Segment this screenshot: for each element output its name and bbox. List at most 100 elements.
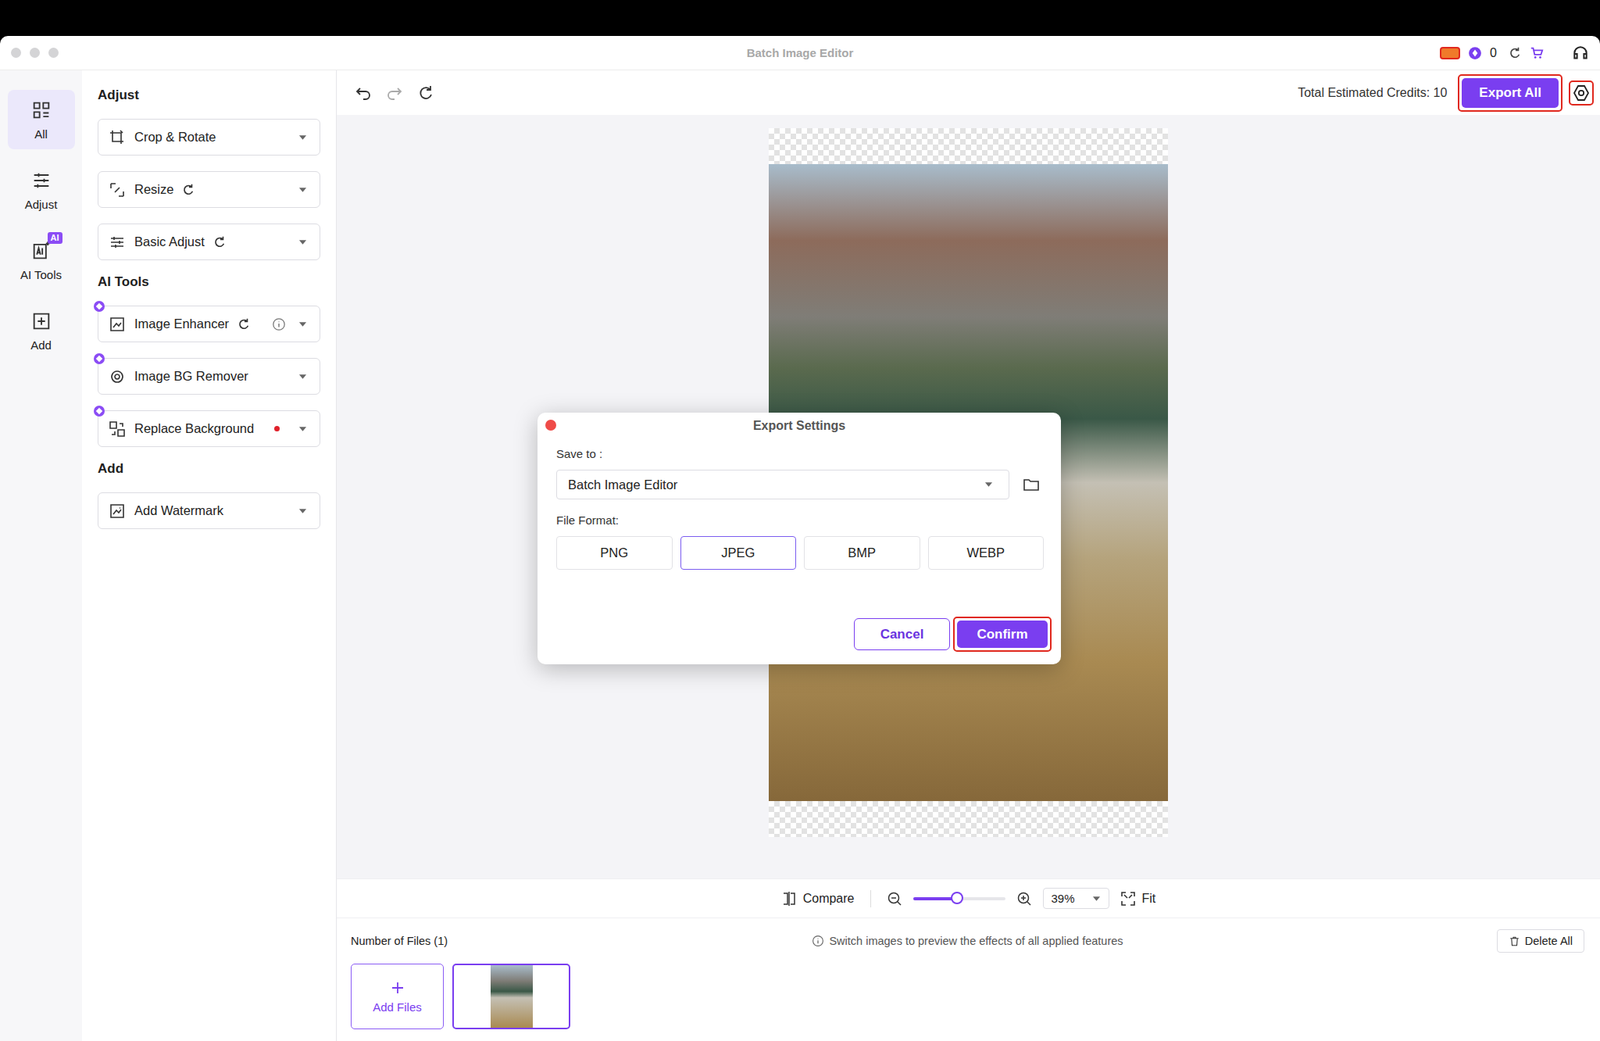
- menu-bar: [0, 0, 1600, 36]
- tool-dropdown[interactable]: Add Watermark: [97, 492, 321, 529]
- tool-icon: [107, 419, 127, 439]
- window-controls: [10, 47, 59, 58]
- tool-dropdown[interactable]: Image BG Remover: [97, 357, 321, 395]
- add-icon: [30, 310, 53, 333]
- redo-icon[interactable]: [385, 83, 404, 103]
- compare-icon: [781, 890, 797, 907]
- cart-icon[interactable]: [1529, 46, 1544, 61]
- zoom-slider[interactable]: [913, 896, 1006, 900]
- close-button[interactable]: [545, 419, 557, 431]
- file-format-label: File Format:: [556, 513, 1044, 527]
- tool-icon: [107, 180, 127, 200]
- caret-icon: [298, 186, 308, 193]
- minimize-button[interactable]: [29, 47, 40, 58]
- reset-icon[interactable]: [416, 83, 436, 103]
- tool-icon: [107, 232, 127, 252]
- nav-item[interactable]: Adjust: [7, 160, 75, 220]
- nav-item[interactable]: All: [7, 89, 75, 150]
- format-option[interactable]: BMP: [803, 535, 921, 570]
- trash-icon: [1508, 935, 1521, 947]
- zoom-bar: Compare 39% Fit: [336, 878, 1600, 918]
- folder-icon[interactable]: [1021, 475, 1041, 494]
- estimated-credits: Total Estimated Credits: 10: [1297, 85, 1447, 100]
- tool-dropdown[interactable]: Image Enhancer: [97, 305, 321, 343]
- fit-button[interactable]: Fit: [1120, 890, 1157, 907]
- section-title: AI Tools: [97, 274, 321, 290]
- ai-mark-icon: [93, 405, 105, 417]
- export-all-button[interactable]: Export All: [1461, 78, 1559, 108]
- save-to-label: Save to :: [556, 446, 1044, 461]
- caret-icon: [298, 373, 308, 380]
- sliders-icon: [30, 169, 53, 192]
- compare-button[interactable]: Compare: [781, 890, 855, 907]
- grid-icon: [30, 99, 53, 122]
- highlight-frame: Confirm: [953, 616, 1052, 652]
- credit-count: 0: [1489, 46, 1497, 61]
- gear-icon[interactable]: [1571, 83, 1591, 103]
- caret-icon: [298, 134, 308, 141]
- tool-section: Adjust Crop & Rotate Resize Basic Adjust: [97, 87, 321, 261]
- reset-icon[interactable]: [236, 317, 251, 332]
- tool-dropdown[interactable]: Crop & Rotate: [97, 118, 321, 156]
- fit-icon: [1120, 890, 1136, 907]
- format-option[interactable]: WEBP: [928, 535, 1045, 570]
- ai-badge: AI: [47, 232, 63, 244]
- caret-icon: [298, 507, 308, 515]
- tool-icon: [107, 367, 127, 386]
- nav-item[interactable]: AIAI Tools: [7, 230, 75, 290]
- tool-dropdown[interactable]: Basic Adjust: [97, 223, 321, 261]
- info-icon: [811, 934, 825, 947]
- undo-icon[interactable]: [353, 83, 373, 103]
- info-icon[interactable]: [271, 317, 286, 332]
- files-strip: Number of Files (1) Switch images to pre…: [336, 917, 1600, 1041]
- cancel-button[interactable]: Cancel: [853, 617, 950, 650]
- add-files-button[interactable]: Add Files: [350, 963, 444, 1029]
- caret-icon: [298, 321, 308, 328]
- zoom-in-icon[interactable]: [1016, 890, 1033, 907]
- confirm-button[interactable]: Confirm: [957, 620, 1048, 648]
- tool-icon: [107, 501, 127, 521]
- caret-icon: [298, 425, 308, 433]
- file-thumbnail[interactable]: [452, 963, 571, 1029]
- reset-icon[interactable]: [181, 182, 196, 197]
- tool-section: Add Add Watermark: [97, 460, 321, 529]
- headset-icon[interactable]: [1571, 44, 1590, 62]
- screen: Batch Image Editor0AllAdjustAIAI ToolsAd…: [0, 0, 1600, 1041]
- tool-dropdown[interactable]: Replace Background: [97, 410, 321, 447]
- toolbar: Total Estimated Credits: 10 Export All: [336, 70, 1600, 115]
- tool-icon: [107, 128, 127, 147]
- delete-all-button[interactable]: Delete All: [1496, 928, 1585, 953]
- highlight-frame: [1568, 80, 1594, 106]
- section-title: Adjust: [97, 87, 321, 104]
- caret-icon: [984, 481, 993, 488]
- reset-icon[interactable]: [212, 235, 227, 250]
- tool-dropdown[interactable]: Resize: [97, 171, 321, 208]
- highlight-frame: Export All: [1457, 74, 1563, 112]
- format-option[interactable]: PNG: [556, 535, 673, 570]
- caret-icon: [298, 239, 308, 246]
- plus-icon: [389, 979, 406, 996]
- title-bar: Batch Image Editor0: [0, 35, 1600, 71]
- hint: Switch images to preview the effects of …: [811, 934, 1123, 947]
- side-nav: All Adjust AIAI Tools Add: [0, 70, 83, 1041]
- tools-panel: Adjust Crop & Rotate Resize Basic Adjust AI …: [82, 70, 337, 1041]
- caret-icon: [1092, 895, 1101, 902]
- gift-icon[interactable]: [1439, 46, 1461, 60]
- zoom-button[interactable]: [48, 47, 59, 58]
- credits-icon: [1467, 46, 1483, 61]
- save-to-select[interactable]: Batch Image Editor: [556, 469, 1010, 500]
- section-title: Add: [97, 460, 321, 477]
- file-count: Number of Files (1): [350, 934, 812, 947]
- ai-mark-icon: [93, 353, 105, 365]
- dialog-title: Export Settings: [753, 418, 846, 433]
- refresh-icon[interactable]: [1507, 46, 1522, 61]
- tool-icon: [107, 314, 127, 334]
- format-option[interactable]: JPEG: [680, 535, 797, 570]
- app-window: Batch Image Editor0AllAdjustAIAI ToolsAd…: [0, 35, 1600, 1041]
- close-button[interactable]: [10, 47, 22, 58]
- export-settings-dialog: Export Settings Save to : Batch Image Edit…: [537, 412, 1061, 665]
- zoom-out-icon[interactable]: [886, 890, 903, 907]
- zoom-select[interactable]: 39%: [1042, 887, 1110, 909]
- nav-item[interactable]: Add: [7, 300, 75, 361]
- window-title: Batch Image Editor: [0, 46, 1600, 60]
